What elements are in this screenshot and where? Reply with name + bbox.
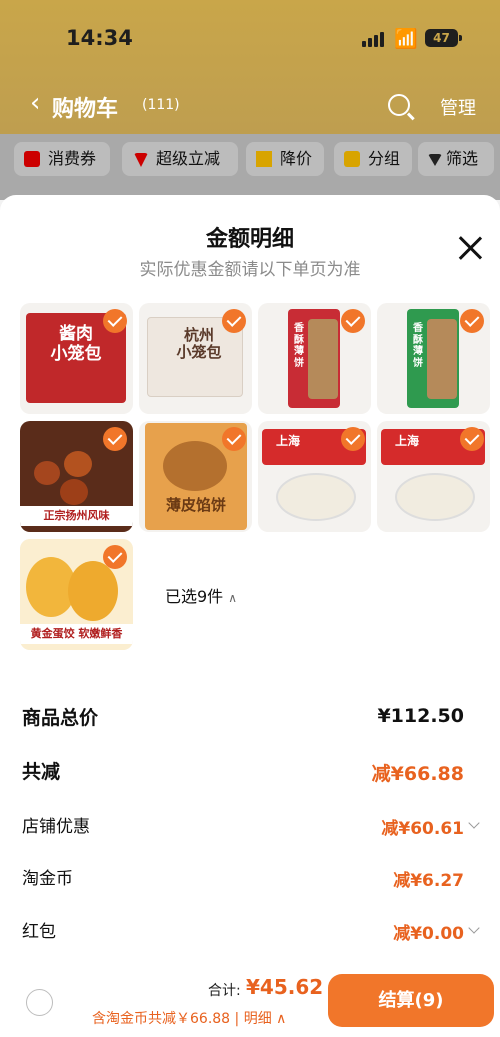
row-label-subtotal: 商品总价 [22, 707, 99, 729]
filter-bar: 消费券 超级立减 降价 分组 筛选 [0, 134, 500, 200]
filter-price-drop[interactable]: 降价 [246, 142, 324, 176]
product-thumb-6[interactable]: 薄皮馅饼 [139, 421, 252, 532]
chevron-down-icon[interactable] [468, 817, 480, 829]
checked-icon[interactable] [222, 427, 246, 451]
filter-coupon[interactable]: 消费券 [14, 142, 110, 176]
total-value: ¥45.62 [246, 975, 324, 999]
filter-group[interactable]: 分组 [334, 142, 412, 176]
checked-icon[interactable] [341, 309, 365, 333]
status-bar: 14:34 📶 47 [0, 0, 500, 78]
manage-button[interactable]: 管理 [440, 94, 476, 120]
chevron-up-icon: ∧ [276, 1011, 287, 1027]
checked-icon[interactable] [103, 545, 127, 569]
product-thumb-1[interactable]: 酱肉 小笼包 [20, 303, 133, 414]
sheet-title: 金额明细 [205, 227, 294, 252]
checked-icon[interactable] [103, 427, 127, 451]
row-value-shop-discount[interactable]: 减¥60.61 [381, 814, 464, 839]
product-label: 杭州 小笼包 [176, 326, 222, 362]
checked-icon[interactable] [222, 309, 246, 333]
chevron-down-icon[interactable] [468, 922, 480, 934]
funnel-icon [428, 154, 442, 166]
row-value-subtotal: ¥112.50 [377, 705, 464, 727]
filter-screen[interactable]: 筛选 [418, 142, 494, 176]
product-thumb-9[interactable]: 黄金蛋饺 软嫩鲜香 [20, 539, 133, 650]
product-label: 香酥薄饼 [413, 323, 423, 369]
total-label: 合计: [208, 983, 241, 999]
cart-navbar: ‹ 购物车 (111) 管理 [0, 78, 500, 134]
selected-count-toggle[interactable]: 已选9件 ∧ [165, 583, 237, 607]
row-label-taojinbi: 淘金币 [22, 869, 73, 889]
checked-icon[interactable] [460, 427, 484, 451]
product-thumb-3[interactable]: 香酥薄饼 [258, 303, 371, 414]
product-thumb-5[interactable]: 正宗扬州风味 [20, 421, 133, 532]
product-thumb-7[interactable]: 上海 [258, 421, 371, 532]
wifi-icon: 📶 [394, 28, 418, 50]
row-value-taojinbi: 减¥6.27 [393, 871, 464, 891]
status-time: 14:34 [66, 26, 133, 50]
cart-count: (111) [142, 97, 180, 113]
folder-icon [344, 151, 360, 167]
signal-icon [362, 31, 384, 47]
page-title: 购物车 [52, 97, 119, 122]
checked-icon[interactable] [341, 427, 365, 451]
product-label: 香酥薄饼 [294, 323, 304, 369]
chevron-up-icon: ∧ [228, 591, 238, 605]
product-thumb-8[interactable]: 上海 [377, 421, 490, 532]
row-label-shop-discount: 店铺优惠 [22, 817, 90, 837]
row-label-total-discount: 共减 [22, 761, 61, 783]
row-value-total-discount: 减¥66.88 [371, 763, 464, 785]
amount-detail-sheet: 金额明细 实际优惠金额请以下单页为准 酱肉 小笼包 杭州 小笼包 香酥薄饼 香酥… [0, 195, 500, 1037]
back-arrow-icon[interactable]: ‹ [30, 88, 40, 118]
sheet-subtitle: 实际优惠金额请以下单页为准 [139, 260, 361, 280]
down-arrow-icon [134, 153, 148, 167]
product-caption: 正宗扬州风味 [20, 506, 133, 526]
close-icon[interactable] [457, 235, 483, 261]
product-label: 上海 [275, 434, 300, 448]
row-label-redpacket: 红包 [22, 922, 56, 942]
price-drop-icon [256, 151, 272, 167]
filter-super-discount[interactable]: 超级立减 [122, 142, 238, 176]
battery-icon: 47 [425, 29, 462, 47]
row-value-redpacket[interactable]: 减¥0.00 [393, 919, 464, 944]
checked-icon[interactable] [460, 309, 484, 333]
product-label: 薄皮馅饼 [165, 496, 226, 514]
product-caption: 黄金蛋饺 软嫩鲜香 [20, 624, 133, 644]
coupon-icon [24, 151, 40, 167]
product-thumb-4[interactable]: 香酥薄饼 [377, 303, 490, 414]
product-label: 酱肉 小笼包 [50, 324, 102, 364]
checkout-button[interactable]: 结算(9) [328, 974, 494, 1027]
product-label: 上海 [394, 434, 419, 448]
savings-detail-link[interactable]: 含淘金币共减￥66.88 | 明细 ∧ [92, 1008, 286, 1028]
checked-icon[interactable] [103, 309, 127, 333]
product-thumb-2[interactable]: 杭州 小笼包 [139, 303, 252, 414]
search-icon[interactable] [388, 94, 410, 116]
select-all-radio[interactable] [26, 989, 53, 1016]
